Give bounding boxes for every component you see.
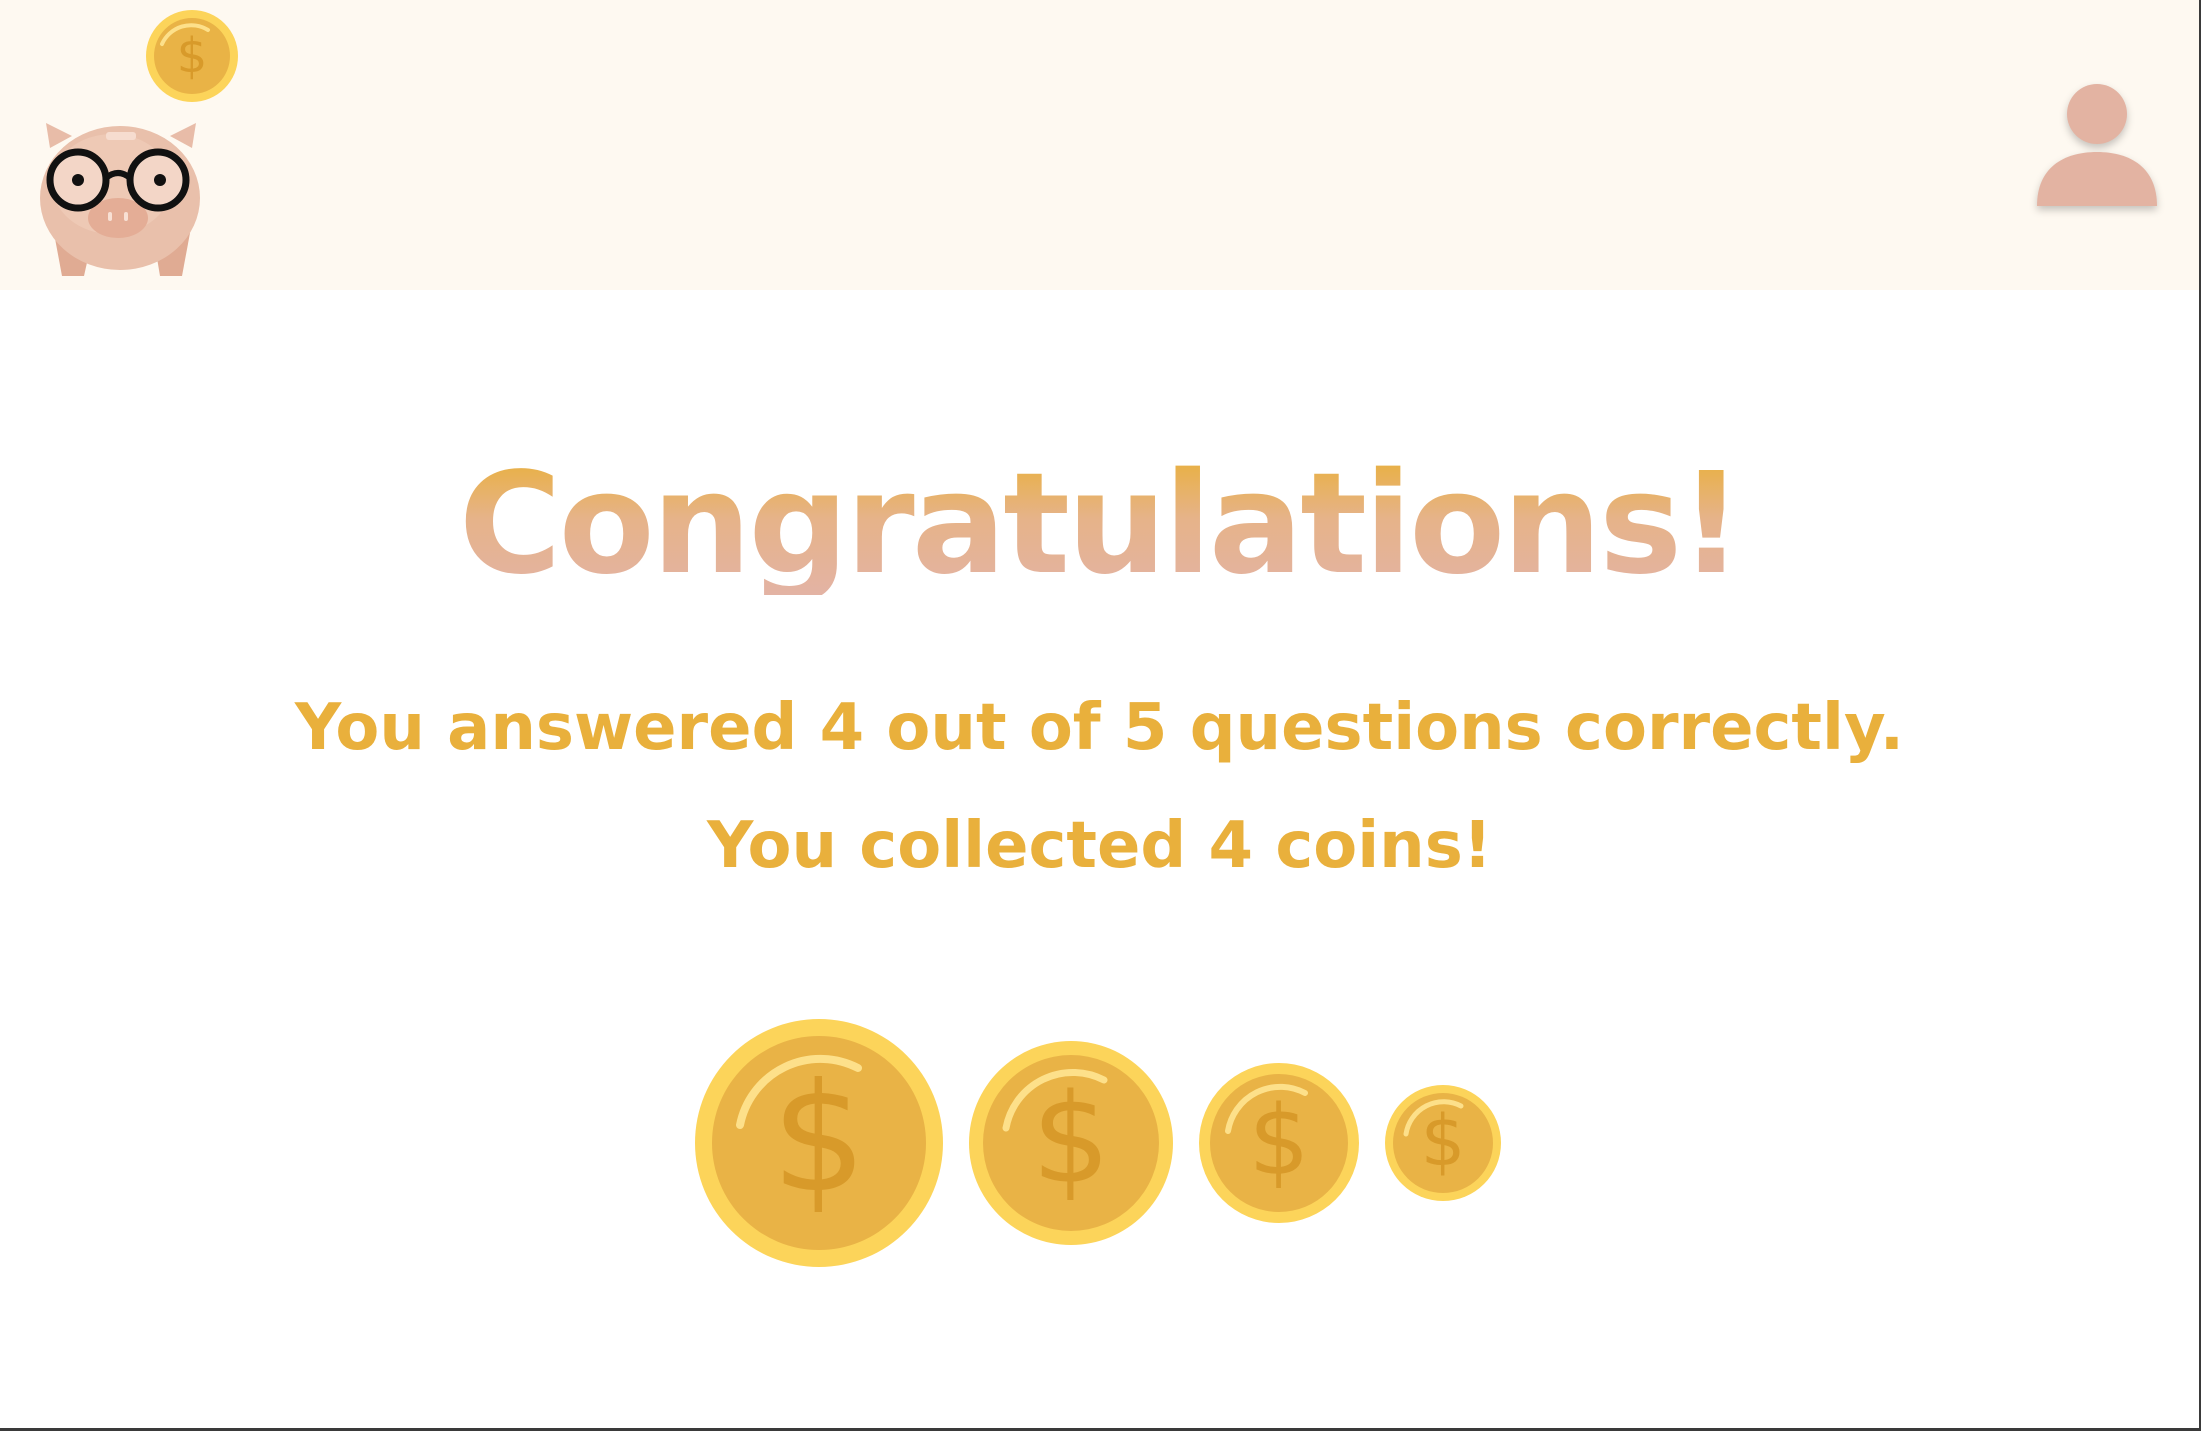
reward-coin-icon: $	[695, 1019, 943, 1267]
score-summary-text: You answered 4 out of 5 questions correc…	[294, 691, 1905, 765]
congratulations-heading: Congratulations!	[0, 455, 2199, 595]
quiz-result-panel: Congratulations! You answered 4 out of 5…	[0, 290, 2199, 1428]
dollar-coin-icon: $	[146, 10, 238, 102]
home-logo[interactable]: $	[36, 8, 246, 280]
svg-text:$: $	[177, 28, 208, 84]
svg-text:$: $	[1248, 1085, 1309, 1197]
reward-coin-icon: $	[1385, 1085, 1501, 1201]
svg-text:$: $	[1032, 1068, 1111, 1212]
top-bar: $	[0, 0, 2199, 290]
svg-text:$: $	[771, 1052, 866, 1226]
reward-coin-icon: $	[969, 1041, 1173, 1245]
reward-coin-icon: $	[1199, 1063, 1359, 1223]
profile-button[interactable]	[2035, 84, 2159, 214]
piggy-bank-with-glasses-icon: $	[40, 10, 238, 276]
coins-collected-text: You collected 4 coins!	[707, 809, 1492, 883]
svg-text:$: $	[1421, 1100, 1466, 1182]
user-profile-icon	[2037, 84, 2157, 206]
app-frame: $ Congratulations! You answered 4 out of…	[0, 0, 2201, 1431]
